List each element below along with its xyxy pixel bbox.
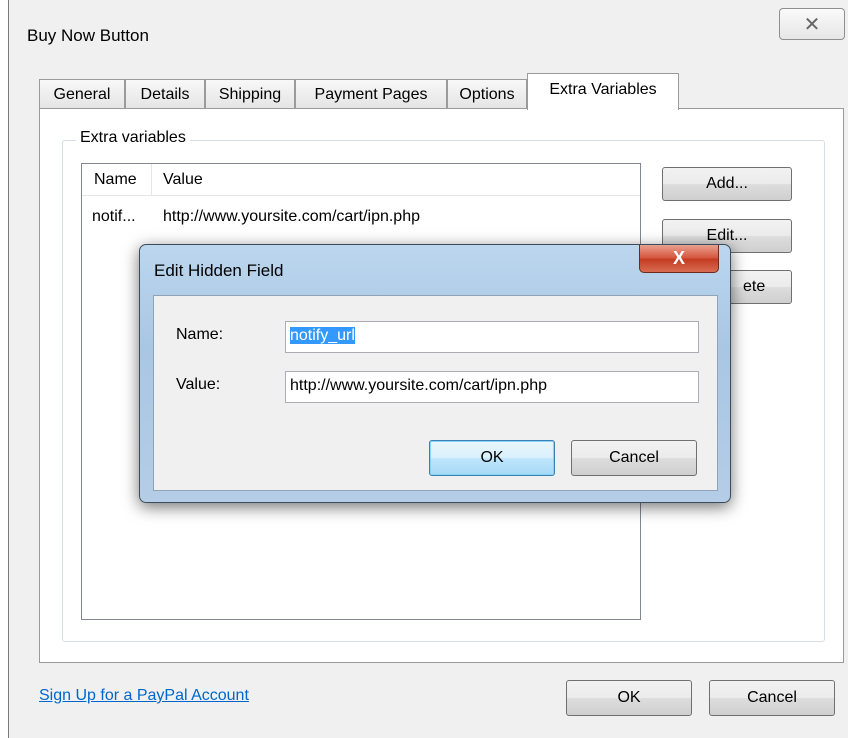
tab-label: General	[53, 85, 111, 103]
tab-options[interactable]: Options	[447, 79, 527, 109]
tab-details[interactable]: Details	[125, 79, 205, 109]
tab-label: Options	[459, 85, 515, 103]
cancel-button[interactable]: Cancel	[709, 680, 835, 716]
dialog-ok-button[interactable]: OK	[429, 440, 555, 476]
window-title: Buy Now Button	[27, 26, 149, 45]
dialog-title: Edit Hidden Field	[154, 261, 284, 280]
dialog-close-button[interactable]: X	[639, 245, 719, 273]
value-input[interactable]: http://www.yoursite.com/cart/ipn.php	[285, 371, 699, 403]
edit-hidden-field-dialog: Edit Hidden Field X Name: notify_url Val…	[139, 244, 731, 503]
tab-shipping[interactable]: Shipping	[205, 79, 295, 109]
name-label: Name:	[176, 326, 224, 343]
tab-label: Details	[140, 85, 190, 103]
ok-button[interactable]: OK	[566, 680, 692, 716]
column-header-value[interactable]: Value	[163, 171, 203, 189]
tab-label: Payment Pages	[314, 85, 428, 103]
close-button[interactable]: ✕	[779, 8, 845, 40]
dialog-cancel-button[interactable]: Cancel	[571, 440, 697, 476]
tab-extra-variables[interactable]: Extra Variables	[527, 73, 679, 110]
tab-general[interactable]: General	[39, 79, 125, 109]
tab-label: Extra Variables	[549, 81, 657, 98]
list-header: Name Value	[82, 164, 640, 196]
signup-link[interactable]: Sign Up for a PayPal Account	[39, 687, 249, 705]
column-separator[interactable]	[151, 164, 152, 196]
tab-payment-pages[interactable]: Payment Pages	[295, 79, 447, 109]
row-value-cell: http://www.yoursite.com/cart/ipn.php	[163, 208, 420, 225]
name-input-value: notify_url	[290, 327, 355, 344]
name-input[interactable]: notify_url	[285, 321, 699, 353]
close-icon: ✕	[803, 13, 821, 36]
dialog-body: Name: notify_url Value: http://www.yours…	[153, 295, 718, 491]
row-name-cell: notif...	[92, 208, 136, 225]
value-input-value: http://www.yoursite.com/cart/ipn.php	[290, 377, 547, 394]
column-header-name[interactable]: Name	[94, 171, 137, 189]
close-icon: X	[672, 248, 685, 268]
value-label: Value:	[176, 376, 221, 393]
add-button[interactable]: Add...	[662, 167, 792, 201]
tab-label: Shipping	[218, 85, 282, 103]
group-label: Extra variables	[76, 129, 190, 147]
